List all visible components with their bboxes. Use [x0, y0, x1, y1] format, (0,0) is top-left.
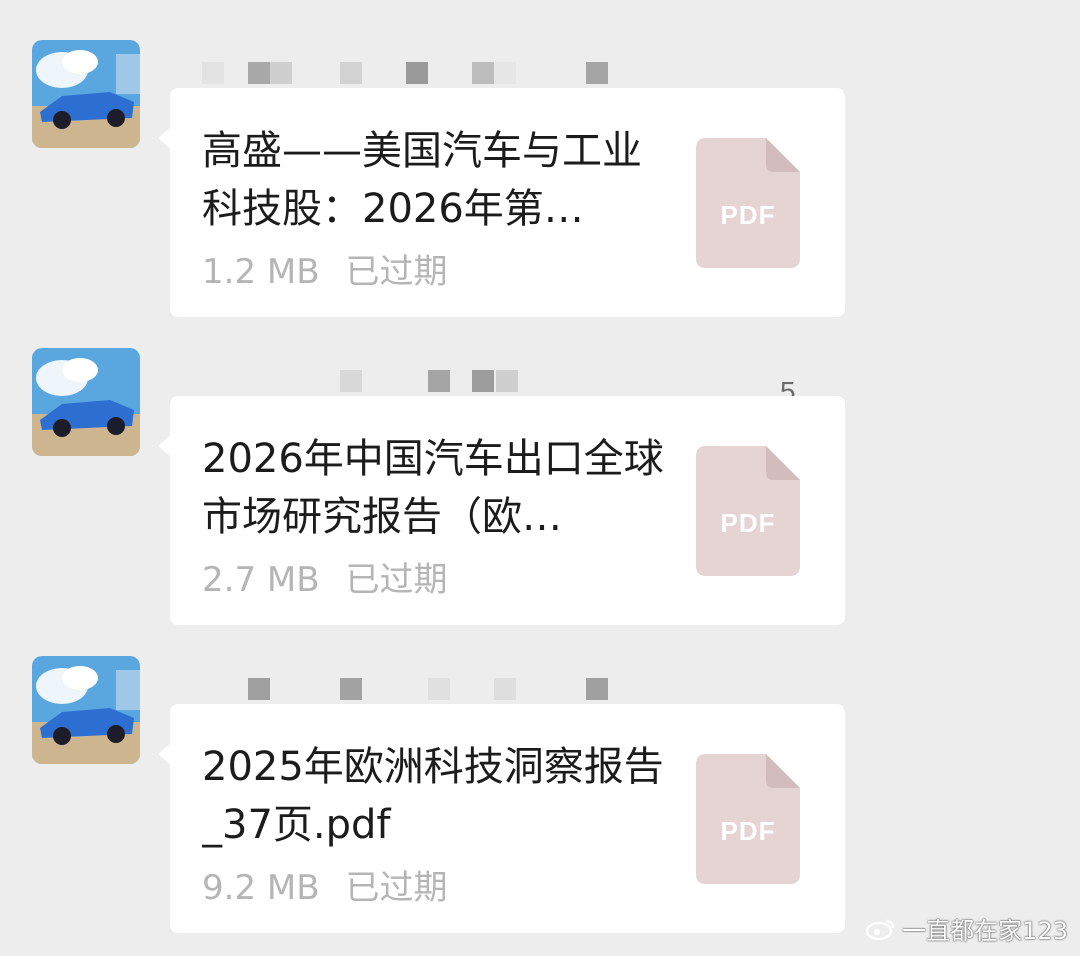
pdf-icon-label: PDF: [720, 200, 776, 230]
sender-avatar[interactable]: [32, 40, 140, 148]
file-message-bubble[interactable]: 高盛——美国汽车与工业科技股：2026年第… 1.2 MB 已过期 PDF: [158, 88, 845, 317]
file-meta: 1.2 MB 已过期: [202, 244, 448, 293]
file-size: 1.2 MB: [202, 252, 320, 292]
message-row: 高盛——美国汽车与工业科技股：2026年第… 1.2 MB 已过期 PDF: [0, 40, 1080, 340]
sender-avatar[interactable]: [32, 656, 140, 764]
file-message-bubble[interactable]: 2025年欧洲科技洞察报告_37页.pdf 9.2 MB 已过期 PDF: [158, 704, 845, 933]
file-name: 2025年欧洲科技洞察报告_37页.pdf: [202, 744, 664, 848]
message-row: 5月 2026年中国汽车出口全球市场研究报告（欧… 2.7 MB已过期 PDF: [0, 348, 1080, 648]
file-message-bubble[interactable]: 2026年中国汽车出口全球市场研究报告（欧… 2.7 MB 已过期 PDF: [158, 396, 845, 625]
file-name: 高盛——美国汽车与工业科技股：2026年第…: [202, 128, 642, 232]
file-status: 已过期: [345, 868, 448, 908]
sender-avatar[interactable]: [32, 348, 140, 456]
watermark: 一直都在家123: [865, 911, 1068, 946]
file-size: 2.7 MB: [202, 560, 320, 600]
pdf-file-icon: PDF: [696, 754, 800, 884]
pdf-icon-label: PDF: [720, 508, 776, 538]
pdf-file-icon: PDF: [696, 138, 800, 268]
file-name: 2026年中国汽车出口全球市场研究报告（欧…: [202, 436, 664, 540]
pdf-file-icon: PDF: [696, 446, 800, 576]
file-meta: 2.7 MB 已过期: [202, 552, 448, 601]
file-status: 已过期: [345, 560, 448, 600]
watermark-text: 一直都在家123: [902, 917, 1068, 945]
file-status: 已过期: [345, 252, 448, 292]
file-meta: 9.2 MB 已过期: [202, 860, 448, 909]
pdf-icon-label: PDF: [720, 816, 776, 846]
file-size: 9.2 MB: [202, 868, 320, 908]
weibo-logo-icon: [865, 918, 896, 946]
